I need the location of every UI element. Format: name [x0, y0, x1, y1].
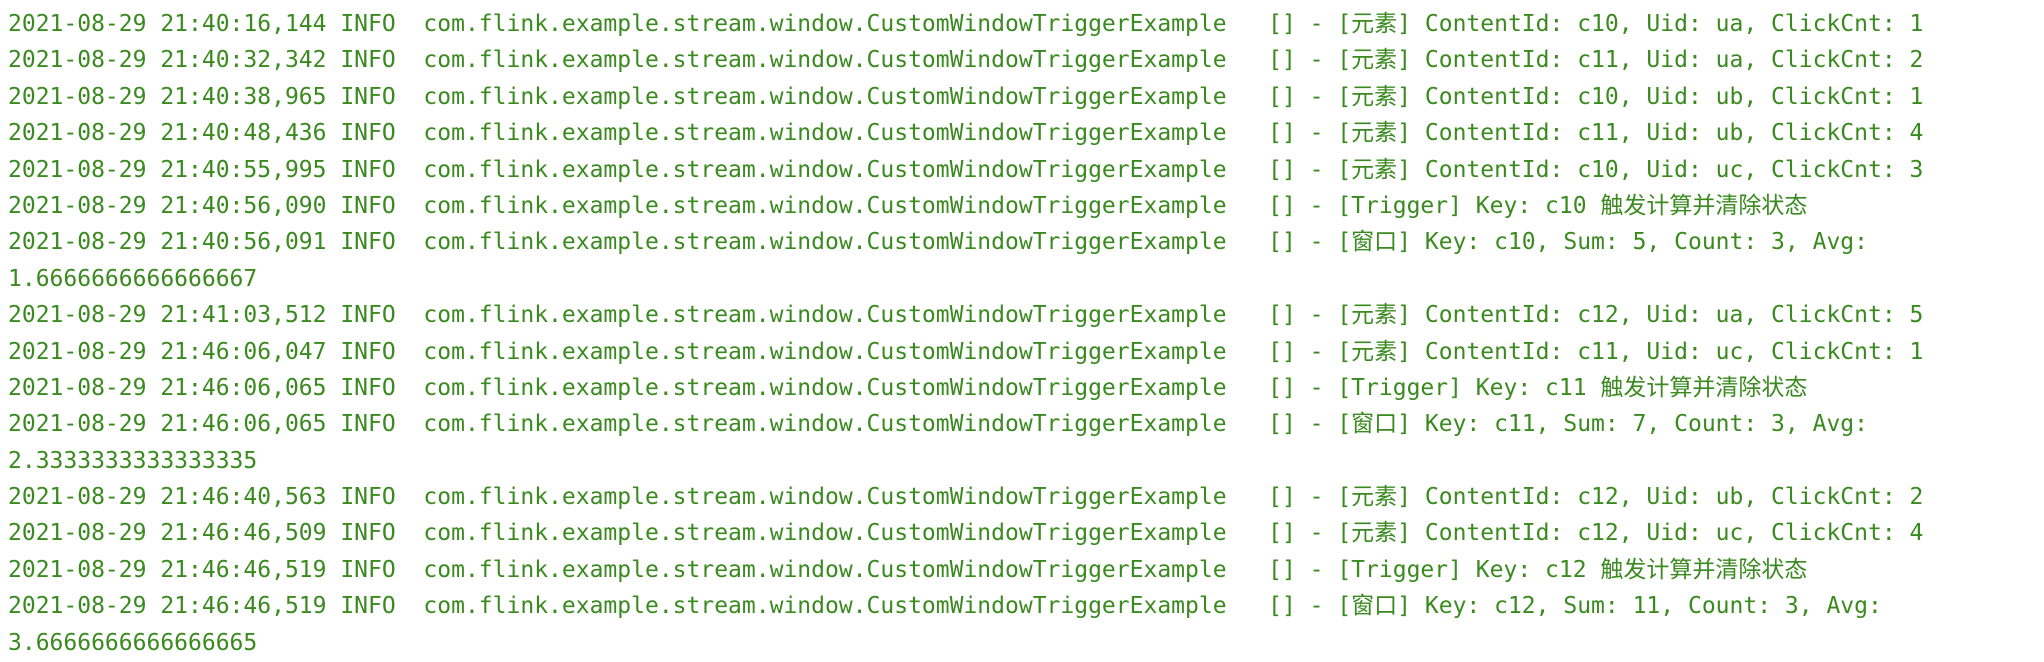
log-line-text: 2021-08-29 21:40:56,091 INFO com.flink.e… — [8, 229, 1868, 256]
log-line: 2021-08-29 21:46:06,047 INFO com.flink.e… — [8, 334, 2044, 370]
log-line-text: 2021-08-29 21:46:46,519 INFO com.flink.e… — [8, 593, 1882, 620]
log-line-text: 3.6666666666666665 — [8, 629, 258, 656]
log-line: 2021-08-29 21:40:48,436 INFO com.flink.e… — [8, 115, 2044, 151]
log-line-continuation: 1.6666666666666667 — [8, 261, 2044, 297]
log-line: 2021-08-29 21:40:16,144 INFO com.flink.e… — [8, 6, 2044, 42]
log-line: 2021-08-29 21:40:56,090 INFO com.flink.e… — [8, 188, 2044, 224]
log-line: 2021-08-29 21:40:56,091 INFO com.flink.e… — [8, 224, 2044, 260]
log-line-text: 2021-08-29 21:46:46,519 INFO com.flink.e… — [8, 556, 1808, 583]
log-line: 2021-08-29 21:46:06,065 INFO com.flink.e… — [8, 370, 2044, 406]
log-line-text: 2021-08-29 21:40:55,995 INFO com.flink.e… — [8, 156, 1924, 183]
log-line-text: 2021-08-29 21:46:40,563 INFO com.flink.e… — [8, 484, 1924, 511]
log-line: 2021-08-29 21:41:03,512 INFO com.flink.e… — [8, 297, 2044, 333]
log-line-text: 2021-08-29 21:40:56,090 INFO com.flink.e… — [8, 192, 1808, 219]
log-line-text: 2.3333333333333335 — [8, 447, 258, 474]
log-line-text: 2021-08-29 21:46:06,065 INFO com.flink.e… — [8, 411, 1868, 438]
log-line: 2021-08-29 21:40:55,995 INFO com.flink.e… — [8, 152, 2044, 188]
console-output: 2021-08-29 21:40:16,144 INFO com.flink.e… — [0, 0, 2044, 662]
log-line-text: 2021-08-29 21:40:32,342 INFO com.flink.e… — [8, 47, 1924, 74]
log-line: 2021-08-29 21:40:38,965 INFO com.flink.e… — [8, 79, 2044, 115]
log-line: 2021-08-29 21:46:46,509 INFO com.flink.e… — [8, 515, 2044, 551]
log-line: 2021-08-29 21:46:46,519 INFO com.flink.e… — [8, 552, 2044, 588]
log-line-text: 2021-08-29 21:40:48,436 INFO com.flink.e… — [8, 120, 1924, 147]
log-line-text: 2021-08-29 21:41:03,512 INFO com.flink.e… — [8, 302, 1924, 329]
log-line-text: 2021-08-29 21:46:06,047 INFO com.flink.e… — [8, 338, 1924, 365]
log-line-continuation: 3.6666666666666665 — [8, 625, 2044, 661]
log-line: 2021-08-29 21:40:32,342 INFO com.flink.e… — [8, 42, 2044, 78]
log-line-continuation: 2.3333333333333335 — [8, 443, 2044, 479]
log-line-text: 2021-08-29 21:46:46,509 INFO com.flink.e… — [8, 520, 1924, 547]
log-line-text: 2021-08-29 21:46:06,065 INFO com.flink.e… — [8, 374, 1808, 401]
log-line-text: 2021-08-29 21:40:16,144 INFO com.flink.e… — [8, 11, 1924, 37]
log-line: 2021-08-29 21:46:06,065 INFO com.flink.e… — [8, 406, 2044, 442]
log-line: 2021-08-29 21:46:46,519 INFO com.flink.e… — [8, 588, 2044, 624]
log-line-text: 1.6666666666666667 — [8, 265, 258, 292]
log-line-text: 2021-08-29 21:40:38,965 INFO com.flink.e… — [8, 83, 1924, 110]
log-line: 2021-08-29 21:46:40,563 INFO com.flink.e… — [8, 479, 2044, 515]
